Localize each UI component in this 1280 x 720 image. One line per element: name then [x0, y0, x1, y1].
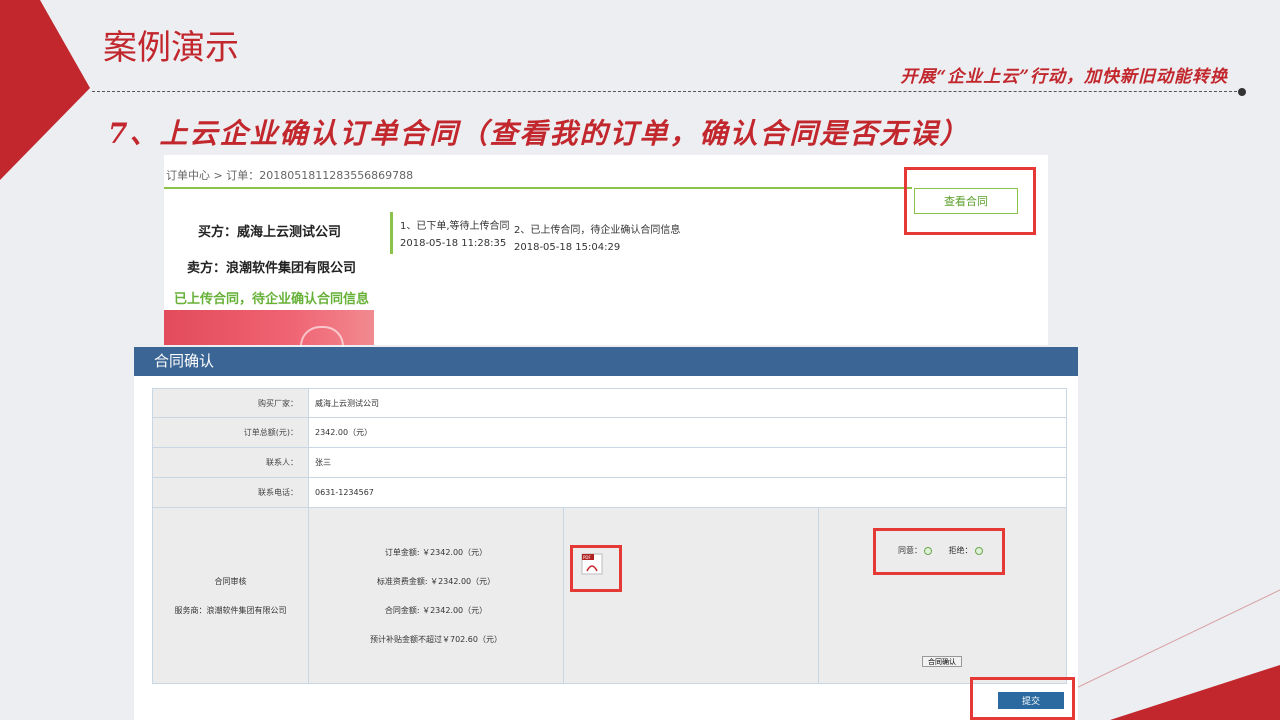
cloud-pattern-icon [300, 326, 344, 348]
review-cell: 合同审核 服务商：浪潮软件集团有限公司 [152, 507, 309, 684]
contract-confirm-button[interactable]: 合同确认 [922, 656, 962, 667]
contract-confirm-header: 合同确认 [134, 347, 1078, 376]
timeline-bar [390, 212, 393, 254]
contract-amount: 合同金额: ￥2342.00（元） [384, 605, 488, 615]
order-banner-image [164, 310, 374, 348]
timeline-step-1-time: 2018-05-18 11:28:35 [400, 238, 507, 249]
row-label: 联系电话： [152, 477, 309, 508]
table-row: 联系电话： 0631-1234567 [152, 477, 1067, 508]
table-row: 订单总额(元)： 2342.00（元） [152, 417, 1067, 448]
row-value: 2342.00（元） [308, 417, 1067, 448]
row-value: 0631-1234567 [308, 477, 1067, 508]
slide-title: 案例演示 [103, 28, 239, 68]
amounts-cell: 订单金额: ￥2342.00（元） 标准资费金额: ￥2342.00（元） 合同… [308, 507, 564, 684]
order-amount: 订单金额: ￥2342.00（元） [384, 547, 488, 557]
highlight-submit [970, 677, 1075, 720]
order-status: 已上传合同，待企业确认合同信息 [174, 292, 370, 307]
review-label: 合同审核 [214, 576, 247, 586]
divider-dot [1238, 88, 1246, 96]
provider-name: 服务商：浪潮软件集团有限公司 [174, 605, 287, 615]
timeline-step-1: 1、已下单,等待上传合同 [400, 221, 510, 232]
subsidy-amount: 预计补贴金额不超过￥702.60（元） [370, 634, 502, 644]
dashed-divider [92, 91, 1242, 92]
table-row: 购买厂家： 威海上云测试公司 [152, 388, 1067, 418]
standard-fee-amount: 标准资费金额: ￥2342.00（元） [376, 576, 496, 586]
table-row: 联系人： 张三 [152, 447, 1067, 478]
seller-name: 卖方：浪潮软件集团有限公司 [187, 261, 357, 276]
highlight-view-contract [904, 167, 1036, 235]
slide-slogan: 开展“企业上云”行动，加快新旧动能转换 [900, 67, 1228, 87]
highlight-pdf [570, 545, 622, 592]
step-heading: 7、上云企业确认订单合同（查看我的订单，确认合同是否无误） [108, 117, 970, 150]
bottom-right-red-shape [1110, 665, 1280, 720]
order-header-line [164, 187, 912, 189]
left-red-corner-shape [0, 0, 90, 180]
row-label: 订单总额(元)： [152, 417, 309, 448]
highlight-decision [873, 528, 1005, 575]
row-value: 张三 [308, 447, 1067, 478]
row-label: 联系人： [152, 447, 309, 478]
buyer-name: 买方：威海上云测试公司 [198, 225, 342, 240]
timeline-step-2-time: 2018-05-18 15:04:29 [514, 242, 621, 253]
timeline-step-2: 2、已上传合同，待企业确认合同信息 [514, 225, 681, 236]
row-value: 威海上云测试公司 [308, 388, 1067, 418]
breadcrumb[interactable]: 订单中心 > 订单：2018051811283556869788 [166, 167, 413, 183]
row-label: 购买厂家： [152, 388, 309, 418]
pdf-cell: PDF [563, 507, 819, 684]
